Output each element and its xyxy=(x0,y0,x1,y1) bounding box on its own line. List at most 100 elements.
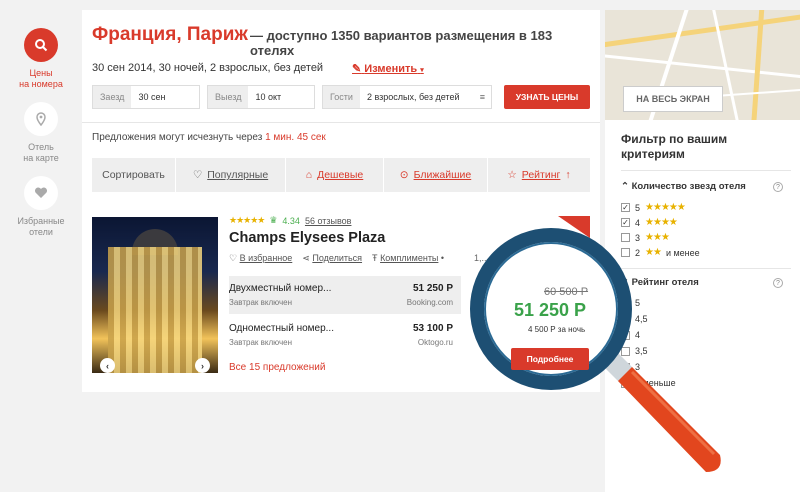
hotel-reviews-link[interactable]: 56 отзывов xyxy=(305,216,352,226)
checkout-value: 10 окт xyxy=(255,92,282,102)
chevron-left-icon[interactable]: ‹ xyxy=(100,358,115,373)
filter-rating-option[interactable]: 4,5 xyxy=(621,314,648,324)
change-label: Изменить xyxy=(364,63,418,75)
divider xyxy=(621,268,791,269)
help-icon[interactable]: ? xyxy=(773,182,783,192)
room-meal: Завтрак включен xyxy=(229,298,293,307)
chevron-right-icon[interactable]: › xyxy=(195,358,210,373)
all-offers-link[interactable]: Все 15 предложений xyxy=(229,362,325,373)
sort-cheap-label: Дешевые xyxy=(317,169,364,181)
get-prices-button[interactable]: УЗНАТЬ ЦЕНЫ xyxy=(504,85,590,109)
divider xyxy=(82,122,600,123)
rating-option-label: 5 xyxy=(635,298,641,308)
filter-stars: ★★★★ xyxy=(645,217,678,228)
filter-suffix: и менее xyxy=(665,247,700,258)
rating-option-label: 3,5 xyxy=(635,346,648,356)
checkout-label: Выезд xyxy=(208,86,249,108)
room-price: 51 250 Р xyxy=(412,283,453,294)
price-per-night: 4 500 Р за ночь xyxy=(528,325,586,334)
add-favorite-link[interactable]: ♡ В избранное xyxy=(229,253,292,264)
filter-rating-option[interactable]: 4 xyxy=(621,330,640,340)
radio[interactable] xyxy=(621,314,630,324)
hotel-score: 4.34 xyxy=(282,215,300,226)
pencil-icon: ✎ xyxy=(352,63,362,75)
filter-stars-2[interactable]: 2 ★★ и менее xyxy=(621,247,700,258)
radio[interactable] xyxy=(621,378,630,388)
rating-option-label: и меньше xyxy=(635,378,676,388)
hotel-stars: ★★★★★ xyxy=(229,215,265,225)
checkin-value: 30 сен xyxy=(138,92,166,102)
rail-item-favorites[interactable]: Избранные отели xyxy=(0,176,82,238)
page-subtitle: — доступно 1350 вариантов размещения в 1… xyxy=(250,28,553,58)
offers-notice-text: Предложения могут исчезнуть через xyxy=(92,132,263,143)
sort-popular-label: Популярные xyxy=(207,169,269,181)
checkin-field[interactable]: Заезд 30 сен xyxy=(92,85,200,109)
checkbox[interactable]: ✓ xyxy=(621,218,630,227)
radio[interactable] xyxy=(621,362,630,372)
filters-panel: Фильтр по вашим критериям ⌃ Количество з… xyxy=(605,120,800,492)
checkbox[interactable] xyxy=(621,248,630,257)
crown-icon: ♛ xyxy=(269,215,278,225)
room-meal: Завтрак включен xyxy=(229,338,293,347)
filter-rating-option[interactable]: 3 xyxy=(621,362,640,372)
radio[interactable] xyxy=(621,298,630,308)
rating-option-label: 3 xyxy=(635,362,641,372)
filter-stars: ★★★ xyxy=(645,232,670,243)
rail-label: отели xyxy=(29,227,53,237)
details-button[interactable]: Подробнее xyxy=(511,348,589,370)
filter-rating-option[interactable]: 3,5 xyxy=(621,346,648,356)
offers-timer: 1 мин. 45 сек xyxy=(265,132,326,143)
guests-field[interactable]: Гости 2 взрослых, без детей ≡ xyxy=(322,85,492,109)
trip-summary: 30 сен 2014, 30 ночей, 2 взрослых, без д… xyxy=(92,62,324,74)
help-icon[interactable]: ? xyxy=(773,278,783,288)
hotel-name[interactable]: Champs Elysees Plaza xyxy=(229,230,385,246)
stars-filter-title: Количество звезд отеля xyxy=(631,181,746,192)
sort-nearest[interactable]: ⊙ Ближайшие xyxy=(384,158,488,192)
rail-item-prices[interactable]: Цены на номера xyxy=(0,28,82,90)
radio[interactable] xyxy=(621,330,630,340)
sort-popular[interactable]: ♡ Популярные xyxy=(176,158,286,192)
filter-stars-5[interactable]: ✓ 5 ★★★★★ xyxy=(621,202,686,213)
radio[interactable] xyxy=(621,346,630,356)
offers-notice: Предложения могут исчезнуть через 1 мин.… xyxy=(92,132,326,143)
sort-cheap[interactable]: ⌂ Дешевые xyxy=(286,158,384,192)
checkbox[interactable] xyxy=(621,233,630,242)
checkout-field[interactable]: Выезд 10 окт xyxy=(207,85,315,109)
stars-filter-header[interactable]: ⌃ Количество звезд отеля xyxy=(621,181,746,192)
sort-rating-label: Рейтинг xyxy=(521,169,561,181)
photo-building xyxy=(108,247,202,373)
hotel-actions: ♡ В избранное ⋖ Поделиться Ŧ Комплименты… xyxy=(229,253,444,264)
rail-item-map[interactable]: Отель на карте xyxy=(0,102,82,164)
map-fullscreen-button[interactable]: НА ВЕСЬ ЭКРАН xyxy=(623,86,723,112)
room-offer-row[interactable]: Двухместный номер... 51 250 Р Завтрак вк… xyxy=(229,276,461,314)
filter-num: 2 xyxy=(635,247,641,258)
rating-filter-header[interactable]: ⌃ Рейтинг отеля xyxy=(621,277,699,288)
change-link[interactable]: ✎ Изменить ▾ xyxy=(352,62,424,75)
guests-label: Гости xyxy=(323,86,360,108)
filter-rating-option[interactable]: и меньше xyxy=(621,378,676,388)
filter-stars-3[interactable]: 3 ★★★ xyxy=(621,232,670,243)
sort-nearest-label: Ближайшие xyxy=(413,169,472,181)
room-name: Двухместный номер... xyxy=(229,283,332,294)
rail-label: Отель xyxy=(28,142,54,152)
checkbox[interactable]: ✓ xyxy=(621,203,630,212)
sort-rating[interactable]: ☆ Рейтинг ↑ xyxy=(488,158,590,192)
chevron-down-icon: ▾ xyxy=(420,67,424,74)
rail-label: на номера xyxy=(19,79,63,89)
hotel-photo: ‹ › xyxy=(92,217,218,373)
room-source: Booking.com xyxy=(406,298,453,307)
favorite-label: В избранное xyxy=(239,253,293,263)
heart-icon xyxy=(24,176,58,210)
checkin-label: Заезд xyxy=(93,86,132,108)
share-label: Поделиться xyxy=(312,253,363,263)
filter-stars: ★★★★★ xyxy=(645,202,686,213)
rail-label: на карте xyxy=(23,153,59,163)
filter-stars-4[interactable]: ✓ 4 ★★★★ xyxy=(621,217,678,228)
share-link[interactable]: ⋖ Поделиться xyxy=(302,253,362,264)
map-panel[interactable]: НА ВЕСЬ ЭКРАН xyxy=(605,10,800,120)
map-pin-icon xyxy=(24,102,58,136)
filter-rating-option[interactable]: 5 xyxy=(621,298,640,308)
amenities-link[interactable]: Ŧ Комплименты • xyxy=(372,253,444,264)
room-offer-row[interactable]: Одноместный номер... 53 100 Р Завтрак вк… xyxy=(229,316,461,354)
chevron-up-icon: ⌃ xyxy=(621,277,629,288)
